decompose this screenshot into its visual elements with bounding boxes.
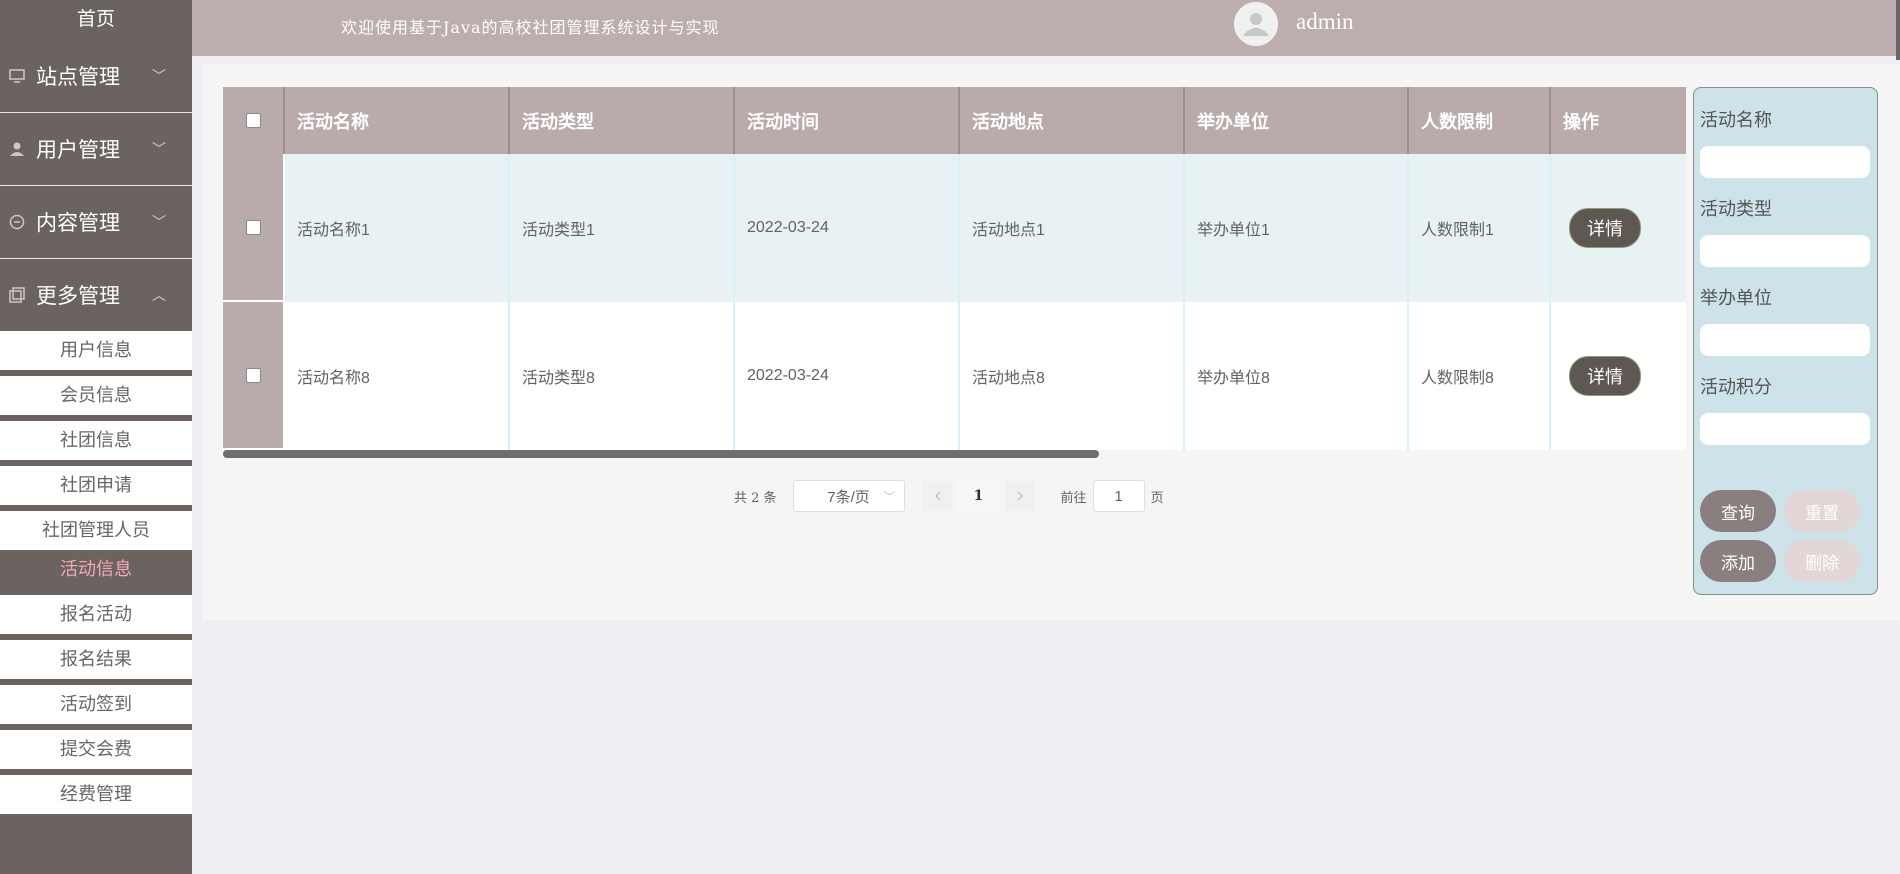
cell-place: 活动地点8 [960,302,1185,450]
cell-limit: 人数限制1 [1409,154,1551,302]
goto-suffix: 页 [1150,490,1164,506]
search-panel: 活动名称 活动类型 举办单位 活动积分 查询 重置 添加 删除 [1693,87,1878,595]
search-label-org: 举办单位 [1700,288,1772,308]
column-header: 活动名称 [285,87,510,154]
menu-group-label: 更多管理 [36,285,120,308]
user-icon [8,140,26,158]
delete-button[interactable]: 删除 [1784,540,1860,582]
search-label-name: 活动名称 [1700,110,1772,130]
copy-icon [8,286,26,304]
sidebar-item-user-info[interactable]: 用户信息 [0,331,192,376]
menu-site-management[interactable]: 站点管理 ﹀ [0,40,192,113]
table-header: 活动名称 活动类型 活动时间 活动地点 举办单位 人数限制 操作 [223,87,1686,154]
cell-type: 活动类型8 [510,302,735,450]
table-row[interactable]: 活动名称8 活动类型8 2022-03-24 活动地点8 举办单位8 人数限制8… [223,302,1686,450]
pagination-total: 共 2 条 [734,490,777,506]
cell-time: 2022-03-24 [735,302,960,450]
menu-user-management[interactable]: 用户管理 ﹀ [0,113,192,186]
cell-name: 活动名称8 [285,302,510,450]
page-size-select[interactable]: 7条/页 ﹀ [792,480,905,512]
cell-type: 活动类型1 [510,154,735,302]
search-label-type: 活动类型 [1700,199,1772,219]
search-label-points: 活动积分 [1700,377,1772,397]
detail-button[interactable]: 详情 [1569,356,1641,396]
select-all-cell [223,87,285,154]
pagination: 共 2 条 7条/页 ﹀ 1 前往 1 页 [734,480,1164,512]
table-row[interactable]: 活动名称1 活动类型1 2022-03-24 活动地点1 举办单位1 人数限制1… [223,154,1686,302]
username[interactable]: admin [1296,9,1354,35]
activity-table: 活动名称 活动类型 活动时间 活动地点 举办单位 人数限制 操作 活动名称1 活… [223,87,1686,450]
page-number[interactable]: 1 [958,481,999,511]
column-header: 举办单位 [1185,87,1409,154]
search-input-org[interactable] [1700,324,1870,356]
chevron-down-icon: ﹀ [152,214,166,230]
sidebar-item-member-info[interactable]: 会员信息 [0,376,192,421]
submenu-more: 用户信息 会员信息 社团信息 社团申请 社团管理人员 活动信息 报名活动 报名结… [0,331,192,820]
sidebar-item-register-activity[interactable]: 报名活动 [0,595,192,640]
column-header: 人数限制 [1409,87,1551,154]
avatar[interactable] [1234,2,1278,46]
goto-label: 前往 [1060,490,1087,506]
goto-page-input[interactable]: 1 [1092,480,1145,512]
sidebar-item-register-result[interactable]: 报名结果 [0,640,192,685]
top-header: 欢迎使用基于Java的高校社团管理系统设计与实现 admin [192,0,1900,56]
menu-group-label: 用户管理 [36,139,120,162]
column-header: 活动类型 [510,87,735,154]
cell-limit: 人数限制8 [1409,302,1551,450]
page-size-value: 7条/页 [827,488,870,506]
cell-time: 2022-03-24 [735,154,960,302]
search-input-points[interactable] [1700,413,1870,445]
welcome-text: 欢迎使用基于Java的高校社团管理系统设计与实现 [341,18,720,37]
menu-home[interactable]: 首页 [0,0,192,40]
column-header: 活动时间 [735,87,960,154]
select-all-checkbox[interactable] [245,113,261,128]
menu-group-label: 站点管理 [36,66,120,89]
cell-place: 活动地点1 [960,154,1185,302]
column-header: 操作 [1563,111,1599,132]
sidebar-item-club-application[interactable]: 社团申请 [0,466,192,511]
detail-button[interactable]: 详情 [1569,208,1641,248]
avatar-icon [1234,2,1278,46]
search-input-name[interactable] [1700,146,1870,178]
row-select-cell [223,154,285,302]
sidebar-item-activity-info[interactable]: 活动信息 [0,550,192,595]
cell-name: 活动名称1 [285,154,510,302]
row-checkbox[interactable] [245,219,261,235]
chevron-down-icon: ﹀ [883,489,896,504]
menu-more-management[interactable]: 更多管理 ︿ [0,259,192,331]
cell-org: 举办单位1 [1185,154,1409,302]
cell-action: 详情 [1551,154,1684,302]
next-page-button[interactable] [1004,481,1035,511]
chevron-right-icon [1017,491,1023,501]
sidebar-item-club-info[interactable]: 社团信息 [0,421,192,466]
monitor-icon [8,67,26,85]
chevron-left-icon [934,491,941,501]
add-button[interactable]: 添加 [1700,540,1776,582]
prev-page-button[interactable] [922,481,953,511]
column-header: 活动地点 [960,87,1185,154]
cell-action: 详情 [1551,302,1684,450]
menu-group-label: 内容管理 [36,212,120,235]
sidebar-item-submit-dues[interactable]: 提交会费 [0,730,192,775]
chevron-up-icon: ︿ [152,287,166,303]
page-scrollbar[interactable] [1896,0,1900,60]
reset-button[interactable]: 重置 [1784,490,1860,532]
sidebar-item-activity-checkin[interactable]: 活动签到 [0,685,192,730]
chat-icon [8,213,26,231]
chevron-down-icon: ﹀ [152,68,166,84]
search-input-type[interactable] [1700,235,1870,267]
menu-content-management[interactable]: 内容管理 ﹀ [0,186,192,259]
sidebar-item-funds-management[interactable]: 经费管理 [0,775,192,820]
query-button[interactable]: 查询 [1700,490,1776,532]
table-horizontal-scrollbar[interactable] [223,450,1099,458]
sidebar-item-club-managers[interactable]: 社团管理人员 [0,511,192,550]
chevron-down-icon: ﹀ [152,141,166,157]
row-select-cell [223,302,285,450]
cell-org: 举办单位8 [1185,302,1409,450]
sidebar: 首页 站点管理 ﹀ 用户管理 ﹀ 内容管理 ﹀ 更多管理 ︿ 用户信息 会员信息… [0,0,192,874]
row-checkbox[interactable] [245,367,261,383]
